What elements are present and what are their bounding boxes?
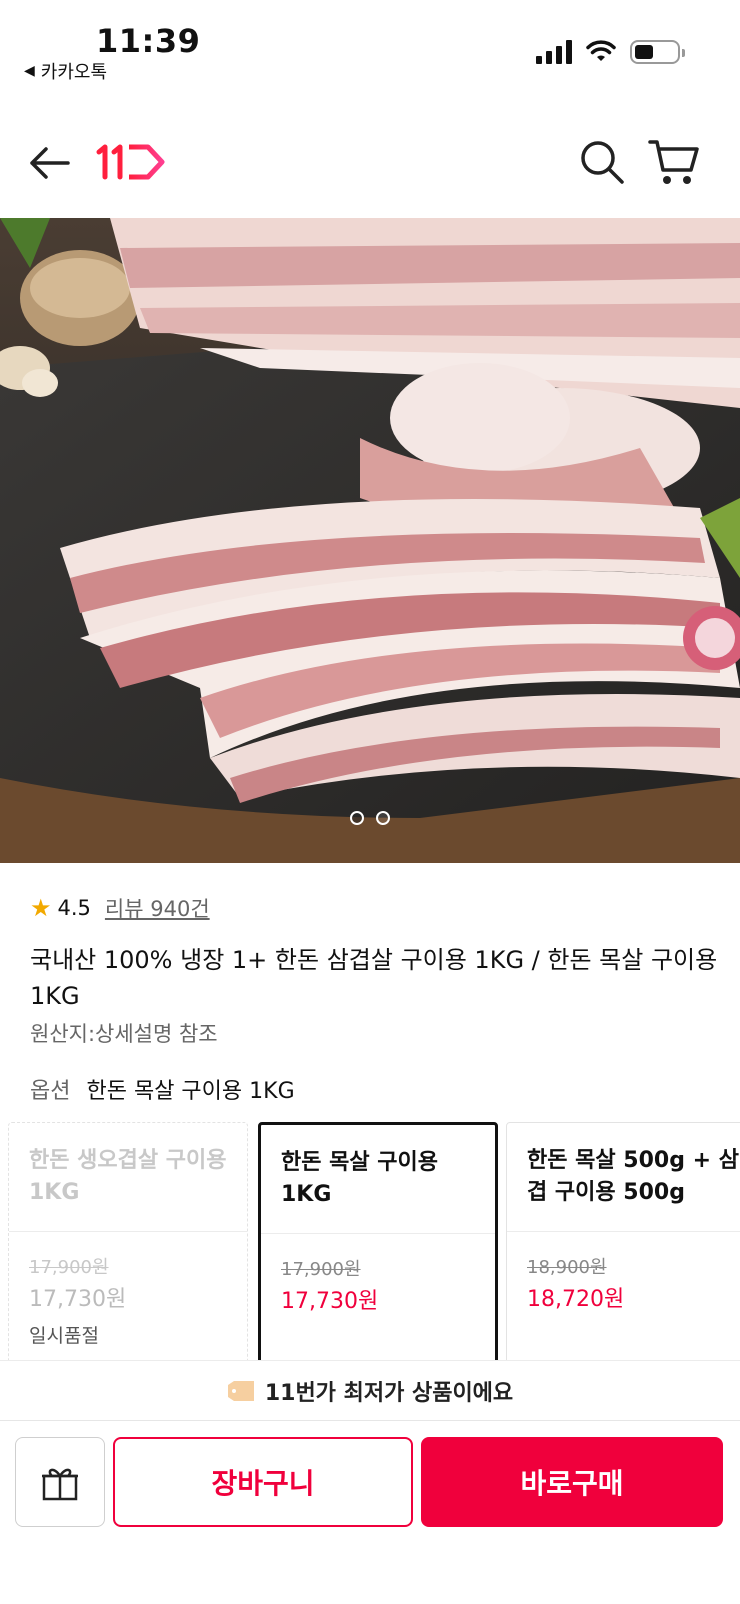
option-original-price: 17,900원: [281, 1259, 361, 1280]
option-card-2[interactable]: 한돈 목살 구이용 1KG 17,900원 17,730원: [258, 1122, 498, 1360]
product-image-carousel[interactable]: [0, 218, 740, 863]
option-original-price: 17,900원: [29, 1257, 109, 1278]
option-name: 한돈 목살 500g + 삼겹 구이용 500g: [527, 1148, 739, 1205]
option-original-price: 18,900원: [527, 1257, 607, 1278]
selected-option-text: 한돈 목살 구이용 1KG: [86, 1079, 295, 1104]
gift-button[interactable]: [15, 1437, 105, 1527]
option-divider: [261, 1233, 495, 1234]
back-triangle-icon: ◀: [24, 63, 35, 79]
price-tag-icon: [227, 1380, 254, 1401]
rating-value: 4.5: [57, 896, 91, 920]
top-navigation: [0, 124, 740, 204]
option-card-list: 한돈 생오겹살 구이용 1KG 17,900원 17,730원 일시품절 한돈 …: [8, 1120, 740, 1360]
option-sale-price: 17,730원: [281, 1289, 379, 1314]
option-divider: [9, 1231, 247, 1232]
option-label: 옵션: [30, 1079, 71, 1104]
rating-row: ★ 4.5 리뷰 940건: [30, 893, 210, 923]
lowest-price-text: 11번가 최저가 상품이에요: [264, 1380, 514, 1406]
option-name: 한돈 목살 구이용 1KG: [281, 1150, 438, 1207]
status-time: 11:39: [96, 22, 201, 60]
cart-icon[interactable]: [648, 136, 700, 188]
option-card-1[interactable]: 한돈 생오겹살 구이용 1KG 17,900원 17,730원 일시품절: [8, 1122, 248, 1360]
bottom-action-bar: 장바구니 바로구매: [0, 1420, 740, 1604]
logo-icon[interactable]: [96, 142, 168, 182]
buy-now-button[interactable]: 바로구매: [421, 1437, 723, 1527]
back-arrow-icon[interactable]: [26, 140, 72, 186]
carousel-dot-1[interactable]: [350, 811, 364, 825]
carousel-dot-2[interactable]: [376, 811, 390, 825]
status-bar: 11:39 ◀ 카카오톡: [0, 0, 740, 90]
option-sale-price: 18,720원: [527, 1287, 625, 1312]
system-icons: [536, 40, 685, 64]
option-sale-price: 17,730원: [29, 1287, 127, 1312]
option-divider: [507, 1231, 740, 1232]
battery-icon: [630, 40, 685, 64]
back-to-app-link[interactable]: ◀ 카카오톡: [24, 58, 107, 84]
pork-belly-photo: [0, 218, 740, 863]
review-count-link[interactable]: 리뷰 940건: [105, 893, 210, 923]
search-icon[interactable]: [578, 138, 626, 186]
back-app-label: 카카오톡: [40, 62, 108, 83]
option-card-3[interactable]: 한돈 목살 500g + 삼겹 구이용 500g 18,900원 18,720원: [506, 1122, 740, 1360]
wifi-icon: [586, 40, 616, 61]
product-title: 국내산 100% 냉장 1+ 한돈 삼겹살 구이용 1KG / 한돈 목살 구이…: [30, 946, 718, 1010]
option-name: 한돈 생오겹살 구이용 1KG: [29, 1148, 227, 1205]
option-summary: 옵션 한돈 목살 구이용 1KG: [30, 1073, 295, 1105]
option-stock-status: 일시품절: [29, 1325, 99, 1347]
carousel-indicator: [0, 811, 740, 825]
product-origin: 원산지:상세설명 참조: [30, 1022, 218, 1046]
cellular-signal-icon: [536, 40, 572, 64]
add-to-cart-button[interactable]: 장바구니: [113, 1437, 413, 1527]
star-icon: ★: [30, 894, 52, 922]
lowest-price-banner: 11번가 최저가 상품이에요: [0, 1360, 740, 1420]
gift-icon: [42, 1468, 78, 1501]
